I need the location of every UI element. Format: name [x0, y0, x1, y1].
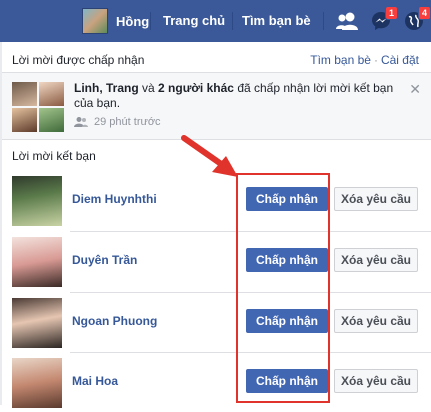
nav-separator: [323, 12, 324, 30]
requester-name[interactable]: Ngoan Phuong: [72, 314, 157, 328]
delete-request-button[interactable]: Xóa yêu cầu: [334, 248, 418, 272]
requester-avatar[interactable]: [12, 237, 62, 287]
find-friends-small-link[interactable]: Tìm bạn bè: [310, 53, 371, 67]
profile-link[interactable]: Hồng: [82, 7, 149, 35]
delete-request-button[interactable]: Xóa yêu cầu: [334, 309, 418, 333]
notification-timestamp: 29 phút trước: [74, 116, 161, 128]
profile-avatar: [82, 8, 108, 34]
friend-photo: [39, 108, 64, 132]
nav-separator: [150, 12, 151, 30]
friend-photo: [12, 82, 37, 106]
notifications-globe-icon[interactable]: 4: [401, 6, 431, 34]
nav-separator: [232, 12, 233, 30]
close-icon[interactable]: ✕: [409, 81, 421, 98]
requester-avatar[interactable]: [12, 358, 62, 408]
annotation-arrow-icon: [181, 135, 238, 177]
connector-word: và: [142, 81, 155, 95]
requester-avatar[interactable]: [12, 176, 62, 226]
header-links: Tìm bạn bè · Cài đặt: [310, 53, 419, 67]
requester-name[interactable]: Diem Huynhthi: [72, 192, 157, 206]
requester-name[interactable]: Mai Hoa: [72, 374, 118, 388]
accepted-names: Linh, Trang: [74, 81, 139, 95]
others-count: 2 người khác: [158, 81, 234, 95]
profile-name: Hồng: [116, 13, 150, 29]
friend-requests-icon[interactable]: [334, 8, 360, 34]
friend-request-row: Duyên Trần Chấp nhận Xóa yêu cầu: [2, 231, 431, 291]
notifications-badge: 4: [417, 6, 431, 20]
friend-photo: [12, 108, 37, 132]
accepted-notification[interactable]: Linh, Trang và 2 người khác đã chấp nhận…: [2, 73, 431, 139]
messages-badge: 1: [384, 6, 398, 20]
delete-request-button[interactable]: Xóa yêu cầu: [334, 187, 418, 211]
find-friends-link[interactable]: Tìm bạn bè: [242, 13, 311, 28]
friends-photo-collage: [12, 82, 64, 132]
settings-link[interactable]: Cài đặt: [381, 53, 419, 67]
friend-request-row: Mai Hoa Chấp nhận Xóa yêu cầu: [2, 352, 431, 412]
messages-icon[interactable]: 1: [368, 6, 398, 34]
requester-name[interactable]: Duyên Trần: [72, 253, 137, 267]
link-separator: ·: [373, 53, 378, 67]
notification-text: Linh, Trang và 2 người khác đã chấp nhận…: [74, 81, 399, 111]
annotation-highlight-box: [236, 173, 330, 403]
top-navigation-bar: Hồng Trang chủ Tìm bạn bè 1 4: [0, 0, 431, 42]
friend-requests-heading: Lời mời kết bạn: [12, 149, 96, 163]
requester-avatar[interactable]: [12, 298, 62, 348]
home-link[interactable]: Trang chủ: [163, 13, 225, 28]
friend-request-row: Ngoan Phuong Chấp nhận Xóa yêu cầu: [2, 292, 431, 352]
delete-request-button[interactable]: Xóa yêu cầu: [334, 369, 418, 393]
friends-icon: [74, 117, 88, 127]
time-ago: 29 phút trước: [94, 116, 161, 128]
accepted-requests-heading: Lời mời được chấp nhận: [12, 53, 145, 67]
friend-photo: [39, 82, 64, 106]
